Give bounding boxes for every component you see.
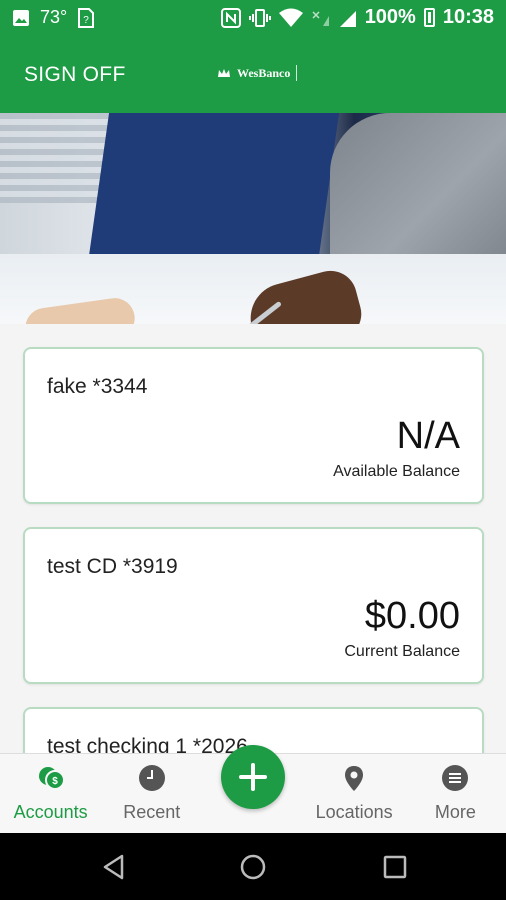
account-balance: N/A bbox=[396, 415, 460, 457]
account-balance: $0.00 bbox=[364, 595, 460, 637]
add-button[interactable] bbox=[221, 745, 285, 809]
svg-text:$: $ bbox=[52, 776, 58, 787]
nav-label: Locations bbox=[315, 802, 393, 822]
account-card[interactable]: fake *3344 N/A Available Balance bbox=[23, 347, 484, 504]
wesbanco-logo: WesBanco bbox=[217, 65, 303, 81]
clock-time: 10:38 bbox=[442, 6, 494, 28]
status-left: 73° ? bbox=[12, 7, 95, 28]
home-icon[interactable] bbox=[239, 853, 267, 881]
nav-label: More bbox=[434, 802, 476, 822]
back-icon[interactable] bbox=[100, 853, 128, 881]
account-name: fake *3344 bbox=[47, 375, 148, 398]
wifi-icon bbox=[278, 8, 303, 27]
logo-crown-icon bbox=[218, 69, 230, 77]
no-signal-icon bbox=[312, 10, 329, 26]
nav-recent[interactable]: Recent bbox=[101, 754, 202, 834]
battery-icon bbox=[423, 8, 435, 27]
sign-off-button[interactable]: SIGN OFF bbox=[24, 63, 126, 87]
location-pin-icon bbox=[345, 766, 364, 791]
plus-icon bbox=[239, 763, 267, 791]
accounts-list[interactable]: fake *3344 N/A Available Balance test CD… bbox=[0, 324, 506, 753]
balance-label: Current Balance bbox=[344, 643, 460, 660]
recents-icon[interactable] bbox=[381, 853, 409, 881]
nfc-icon bbox=[220, 7, 241, 28]
balance-label: Available Balance bbox=[333, 463, 460, 480]
menu-icon bbox=[442, 765, 469, 791]
temperature-text: 73° bbox=[40, 7, 68, 27]
nav-label: Accounts bbox=[13, 802, 88, 822]
battery-percent: 100% bbox=[364, 6, 416, 28]
hero-image bbox=[0, 113, 506, 324]
sim-card-icon: ? bbox=[78, 7, 95, 28]
svg-text:?: ? bbox=[83, 15, 89, 26]
nav-locations[interactable]: Locations bbox=[304, 754, 405, 834]
accounts-icon: $ bbox=[38, 767, 65, 790]
image-notification-icon bbox=[13, 9, 29, 26]
account-name: test checking 1 *2026 bbox=[47, 735, 248, 753]
app-bar: SIGN OFF WesBanco bbox=[0, 35, 506, 113]
nav-more[interactable]: More bbox=[405, 754, 506, 834]
nav-accounts[interactable]: $ Accounts bbox=[0, 754, 101, 834]
cell-signal-icon bbox=[339, 10, 356, 27]
logo-divider bbox=[296, 65, 298, 81]
vibrate-icon bbox=[248, 8, 271, 27]
clock-icon bbox=[138, 765, 165, 791]
account-name: test CD *3919 bbox=[47, 555, 178, 578]
system-nav-bar bbox=[0, 833, 506, 900]
status-bar: 73° ? 100% 10:38 bbox=[0, 0, 506, 35]
nav-label: Recent bbox=[123, 802, 181, 822]
account-card[interactable]: test CD *3919 $0.00 Current Balance bbox=[23, 527, 484, 684]
logo-text: WesBanco bbox=[237, 65, 291, 80]
status-right: 100% 10:38 bbox=[220, 6, 494, 29]
